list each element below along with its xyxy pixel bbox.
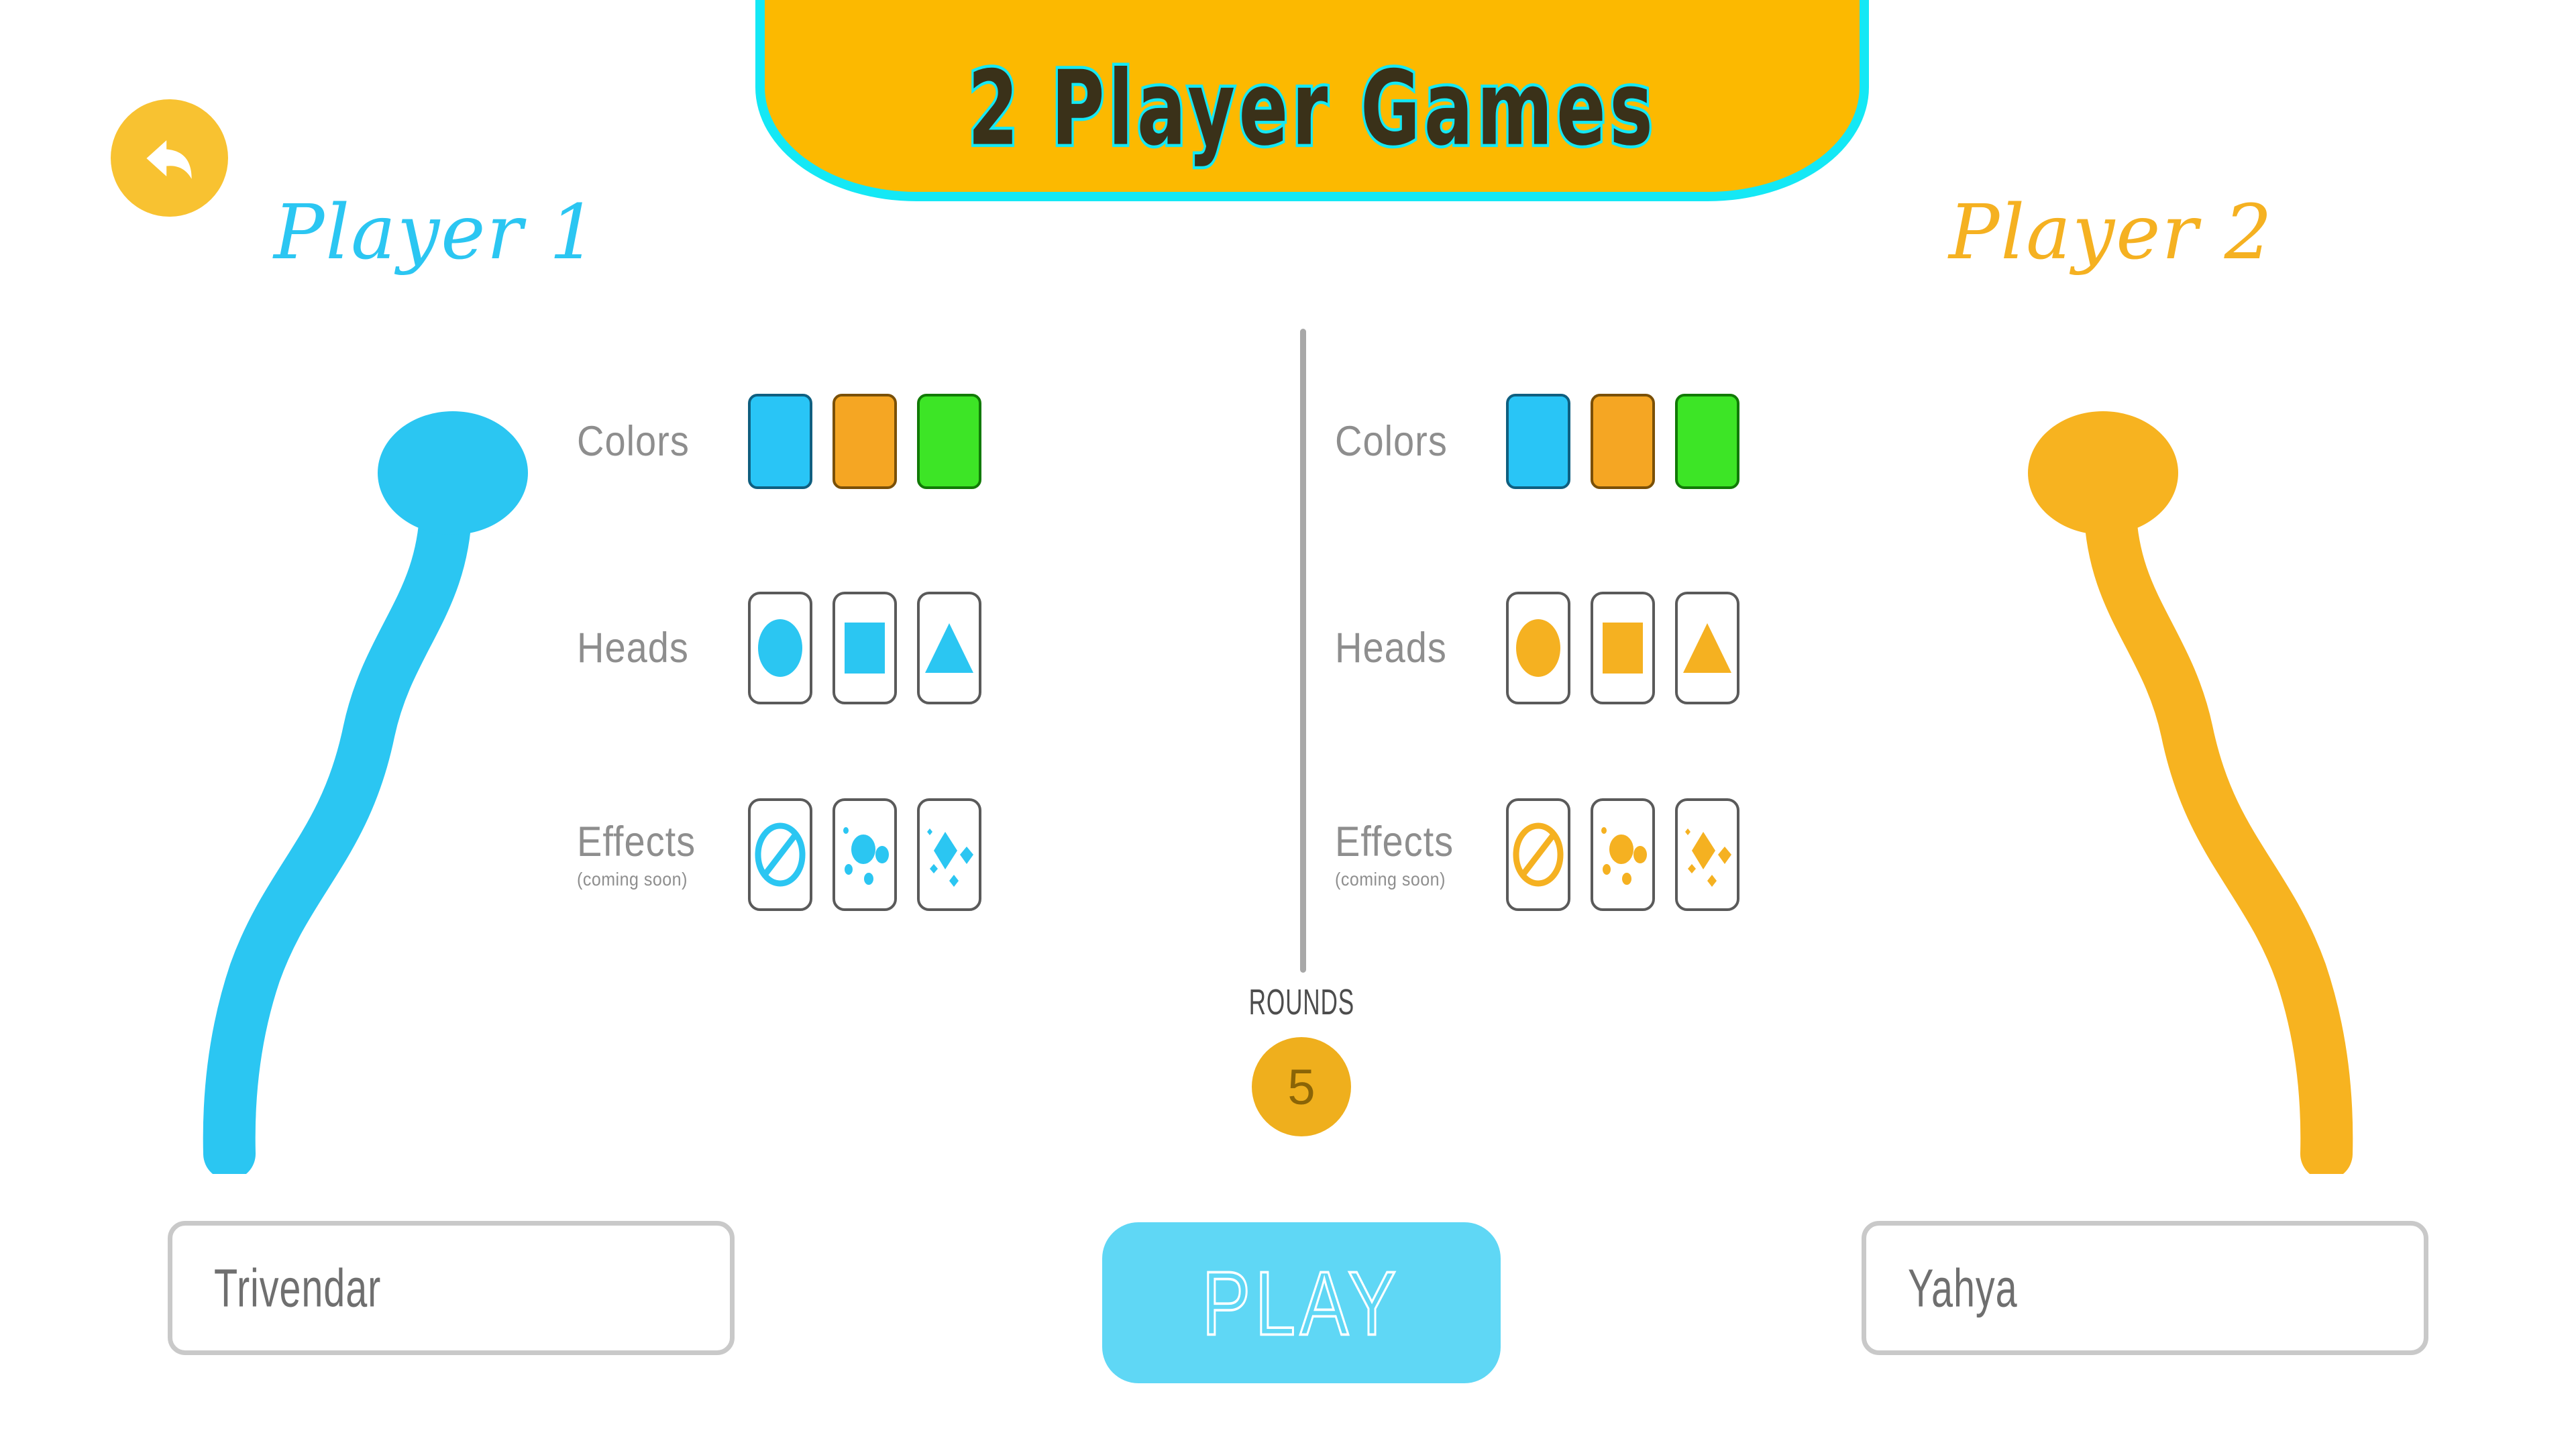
player2-heading: Player 2: [1949, 189, 2273, 276]
player2-heads-choices: [1506, 592, 1739, 704]
player2-name-value: Yahya: [1908, 1258, 2018, 1318]
player2-heads-label: Heads: [1335, 623, 1447, 672]
player1-effects-label: Effects (coming soon): [577, 818, 748, 890]
player2-effect-bubbles[interactable]: [1591, 798, 1655, 911]
effect-none-icon: [1512, 821, 1564, 888]
player1-color-orange[interactable]: [833, 394, 897, 489]
head-square-icon: [845, 623, 885, 674]
player2-color-green[interactable]: [1675, 394, 1739, 489]
player1-effects-label-text: Effects: [577, 818, 696, 865]
player2-heads-row: Heads: [1335, 582, 1739, 714]
players-divider: [1300, 329, 1306, 973]
effect-bubbles-icon: [1596, 820, 1650, 890]
player1-heading: Player 1: [274, 189, 598, 276]
title-banner: 2 Player Games: [755, 0, 1869, 201]
player1-head-triangle[interactable]: [917, 592, 981, 704]
back-arrow-icon: [138, 126, 202, 191]
page-title: 2 Player Games: [965, 48, 1657, 168]
play-button-label: PLAY: [1201, 1251, 1401, 1355]
effect-sparkles-icon: [922, 820, 976, 890]
player2-options-panel: Colors Heads Effects (coming soon): [1335, 376, 1739, 920]
player1-head-circle[interactable]: [748, 592, 812, 704]
player1-effect-none[interactable]: [748, 798, 812, 911]
player2-colors-choices: [1506, 394, 1739, 489]
player2-color-orange[interactable]: [1591, 394, 1655, 489]
player1-color-green[interactable]: [917, 394, 981, 489]
player2-colors-label: Colors: [1335, 417, 1448, 465]
player2-head-square[interactable]: [1591, 592, 1655, 704]
player1-heads-choices: [748, 592, 981, 704]
head-circle-icon: [1515, 617, 1562, 679]
player1-colors-row: Colors: [577, 376, 981, 507]
player2-effect-sparkles[interactable]: [1675, 798, 1739, 911]
player2-head-triangle[interactable]: [1675, 592, 1739, 704]
effect-none-icon: [754, 821, 806, 888]
effect-bubbles-icon: [838, 820, 892, 890]
player1-snake-preview: [168, 382, 530, 1180]
player1-effects-sublabel: (coming soon): [577, 869, 688, 890]
player1-colors-label: Colors: [577, 417, 690, 465]
player1-heads-row: Heads: [577, 582, 981, 714]
player2-snake-preview: [2026, 382, 2388, 1180]
player2-colors-row: Colors: [1335, 376, 1739, 507]
head-triangle-icon: [1683, 623, 1731, 673]
player1-effect-sparkles[interactable]: [917, 798, 981, 911]
rounds-block: ROUNDS 5: [1201, 982, 1402, 1136]
play-button[interactable]: PLAY: [1102, 1222, 1501, 1383]
back-button[interactable]: [111, 99, 228, 217]
player1-effect-bubbles[interactable]: [833, 798, 897, 911]
player2-effects-choices: [1506, 798, 1739, 911]
player2-effect-none[interactable]: [1506, 798, 1570, 911]
player1-name-input[interactable]: Trivendar: [168, 1221, 735, 1355]
player1-name-value: Trivendar: [214, 1258, 382, 1318]
player2-head-circle[interactable]: [1506, 592, 1570, 704]
player2-effects-sublabel: (coming soon): [1335, 869, 1446, 890]
player1-effects-choices: [748, 798, 981, 911]
player2-effects-row: Effects (coming soon): [1335, 789, 1739, 920]
effect-sparkles-icon: [1680, 820, 1734, 890]
player2-name-input[interactable]: Yahya: [1862, 1221, 2428, 1355]
player2-effects-label-text: Effects: [1335, 818, 1454, 865]
player1-options-panel: Colors Heads Effects (coming soon): [577, 376, 981, 920]
player1-colors-choices: [748, 394, 981, 489]
rounds-stepper[interactable]: 5: [1252, 1037, 1351, 1136]
player1-effects-row: Effects (coming soon): [577, 789, 981, 920]
player2-color-cyan[interactable]: [1506, 394, 1570, 489]
player1-head-square[interactable]: [833, 592, 897, 704]
player1-color-cyan[interactable]: [748, 394, 812, 489]
rounds-label: ROUNDS: [1248, 982, 1354, 1023]
player1-heads-label: Heads: [577, 623, 689, 672]
player2-effects-label: Effects (coming soon): [1335, 818, 1506, 890]
head-circle-icon: [757, 617, 804, 679]
head-triangle-icon: [925, 623, 973, 673]
head-square-icon: [1603, 623, 1643, 674]
